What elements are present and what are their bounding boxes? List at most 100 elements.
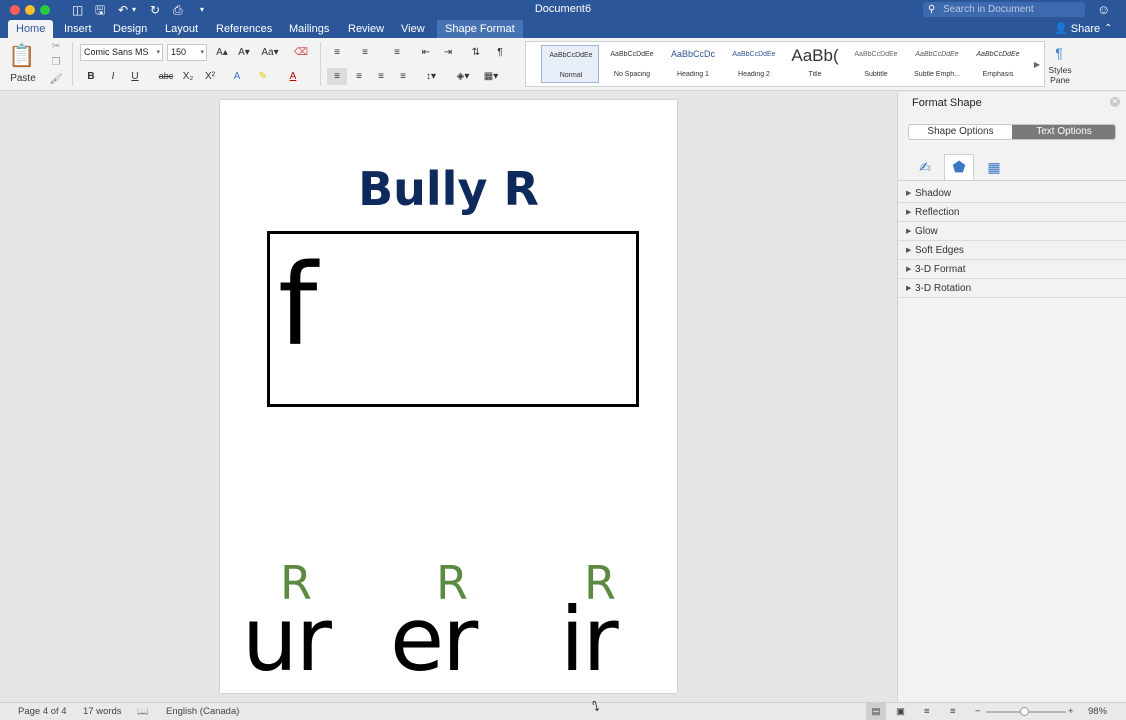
page-count[interactable]: Page 4 of 4 — [18, 703, 67, 720]
options-segmented-control: Shape Options Text Options — [908, 124, 1116, 140]
style-sample: AaBbCcDdEe — [915, 51, 959, 58]
change-case-icon[interactable]: Aa▾ — [259, 44, 281, 61]
section-soft-edges[interactable]: ▶ Soft Edges — [898, 241, 1126, 260]
search-input[interactable]: ⚲ Search in Document — [923, 2, 1085, 17]
document-title-text[interactable]: Bully R — [220, 162, 677, 216]
print-layout-view-icon[interactable]: ▤ — [866, 703, 886, 720]
outline-view-icon[interactable]: ≡ — [924, 703, 930, 720]
text-effects-icon[interactable]: A — [228, 68, 246, 85]
section-glow[interactable]: ▶ Glow — [898, 222, 1126, 241]
style-heading-1[interactable]: AaBbCcDc Heading 1 — [664, 45, 722, 83]
style-subtitle[interactable]: AaBbCcDdEe Subtitle — [847, 45, 905, 83]
tab-view[interactable]: View — [393, 20, 433, 38]
draft-view-icon[interactable]: ≡ — [950, 703, 956, 720]
share-button[interactable]: 👤 Share — [1054, 20, 1100, 38]
tab-home[interactable]: Home — [8, 20, 54, 38]
section-3d-format[interactable]: ▶ 3-D Format — [898, 260, 1126, 279]
search-icon: ⚲ — [928, 4, 936, 15]
tab-insert[interactable]: Insert — [56, 20, 100, 38]
align-left-icon[interactable]: ≡ — [327, 68, 347, 85]
tab-references[interactable]: References — [208, 20, 280, 38]
zoom-level[interactable]: 98% — [1088, 703, 1107, 720]
justify-icon[interactable]: ≡ — [394, 68, 412, 85]
underline-button[interactable]: U — [127, 68, 143, 85]
tab-shape-options[interactable]: Shape Options — [909, 125, 1012, 139]
word-count[interactable]: 17 words — [83, 703, 122, 720]
language[interactable]: English (Canada) — [166, 703, 239, 720]
show-formatting-icon[interactable]: ¶ — [492, 44, 508, 61]
multilevel-list-icon[interactable]: ≡ — [387, 44, 407, 61]
text-fill-outline-icon[interactable]: ✍ — [910, 154, 940, 180]
copy-icon[interactable]: ❐ — [49, 54, 63, 71]
tab-design[interactable]: Design — [105, 20, 155, 38]
web-layout-view-icon[interactable]: ▣ — [896, 703, 905, 720]
subscript-button[interactable]: X₂ — [180, 68, 196, 85]
section-label: Soft Edges — [915, 245, 964, 256]
gallery-next-icon[interactable]: ▶ — [1031, 56, 1043, 73]
style-sample: AaBbCcDdEe — [549, 52, 593, 59]
collapse-ribbon-icon[interactable]: ⌃ — [1104, 20, 1112, 38]
tab-review[interactable]: Review — [340, 20, 392, 38]
tab-text-options[interactable]: Text Options — [1012, 125, 1115, 139]
borders-icon[interactable]: ▦▾ — [480, 68, 502, 85]
sort-icon[interactable]: ⇅ — [468, 44, 484, 61]
numbering-icon[interactable]: ≡ — [355, 44, 375, 61]
text-effects-pentagon-icon[interactable]: ⬟ — [944, 154, 974, 180]
tab-layout[interactable]: Layout — [157, 20, 206, 38]
line-spacing-icon[interactable]: ↕▾ — [420, 68, 442, 85]
document-page[interactable]: Bully R f R ur R er R ir — [220, 100, 677, 693]
expand-triangle-icon: ▶ — [906, 190, 912, 197]
style-title[interactable]: AaBb( Title — [786, 45, 844, 83]
styles-pane-label[interactable]: Styles Pane — [1044, 65, 1076, 91]
increase-indent-icon[interactable]: ⇥ — [440, 44, 456, 61]
shading-icon[interactable]: ◈▾ — [452, 68, 474, 85]
text-box-letter[interactable]: f — [278, 246, 317, 366]
proofing-icon[interactable]: 📖 — [137, 703, 149, 720]
align-right-icon[interactable]: ≡ — [372, 68, 390, 85]
superscript-button[interactable]: X² — [202, 68, 218, 85]
style-normal[interactable]: AaBbCcDdEe Normal — [541, 45, 599, 83]
grow-font-icon[interactable]: A▴ — [213, 44, 231, 61]
text-box-layout-icon[interactable]: ▦ — [979, 154, 1009, 180]
document-canvas[interactable]: Bully R f R ur R er R ir — [0, 92, 897, 702]
clear-formatting-icon[interactable]: ⌫ — [292, 44, 310, 61]
align-center-icon[interactable]: ≡ — [350, 68, 368, 85]
shrink-font-icon[interactable]: A▾ — [235, 44, 253, 61]
style-subtle-emphasis[interactable]: AaBbCcDdEe Subtle Emph... — [908, 45, 966, 83]
tab-mailings[interactable]: Mailings — [281, 20, 337, 38]
word-ur[interactable]: ur — [242, 590, 332, 690]
section-shadow[interactable]: ▶ Shadow — [898, 184, 1126, 203]
section-reflection[interactable]: ▶ Reflection — [898, 203, 1126, 222]
cut-icon[interactable]: ✂ — [49, 38, 63, 55]
paste-icon[interactable]: 📋 — [8, 42, 36, 70]
style-emphasis[interactable]: AaBbCcDdEe Emphasis — [969, 45, 1027, 83]
style-name: Title — [808, 71, 822, 78]
styles-pane-icon[interactable]: ¶ — [1048, 42, 1070, 64]
italic-button[interactable]: I — [105, 68, 121, 85]
strikethrough-button[interactable]: abc — [156, 68, 176, 85]
close-icon[interactable]: ✕ — [1110, 97, 1120, 107]
zoom-in-icon[interactable]: + — [1068, 703, 1074, 720]
word-ir[interactable]: ir — [560, 590, 619, 690]
zoom-slider-thumb[interactable] — [1020, 707, 1030, 716]
section-3d-rotation[interactable]: ▶ 3-D Rotation — [898, 279, 1126, 298]
font-name-select[interactable]: Comic Sans MS ▾ — [80, 44, 163, 61]
zoom-slider[interactable] — [986, 707, 1066, 716]
decrease-indent-icon[interactable]: ⇤ — [418, 44, 434, 61]
style-no-spacing[interactable]: AaBbCcDdEe No Spacing — [603, 45, 661, 83]
format-painter-icon[interactable]: 🖌 — [49, 71, 63, 88]
paste-label[interactable]: Paste — [6, 70, 40, 87]
font-color-icon[interactable]: A — [284, 68, 302, 85]
zoom-out-icon[interactable]: − — [975, 703, 981, 720]
font-size-select[interactable]: 150 ▾ — [167, 44, 207, 61]
feedback-smiley-icon[interactable]: ☺ — [1097, 2, 1110, 17]
style-heading-2[interactable]: AaBbCcDdEe Heading 2 — [725, 45, 783, 83]
letter-text-box[interactable]: f — [267, 231, 639, 407]
word-er[interactable]: er — [390, 590, 478, 690]
style-sample: AaBbCcDc — [670, 49, 715, 59]
tab-shape-format[interactable]: Shape Format — [437, 20, 523, 38]
bold-button[interactable]: B — [83, 68, 99, 85]
style-sample: AaBbCcDdEe — [610, 51, 654, 58]
highlight-icon[interactable]: ✎ — [254, 68, 272, 85]
bullets-icon[interactable]: ≡ — [327, 44, 347, 61]
